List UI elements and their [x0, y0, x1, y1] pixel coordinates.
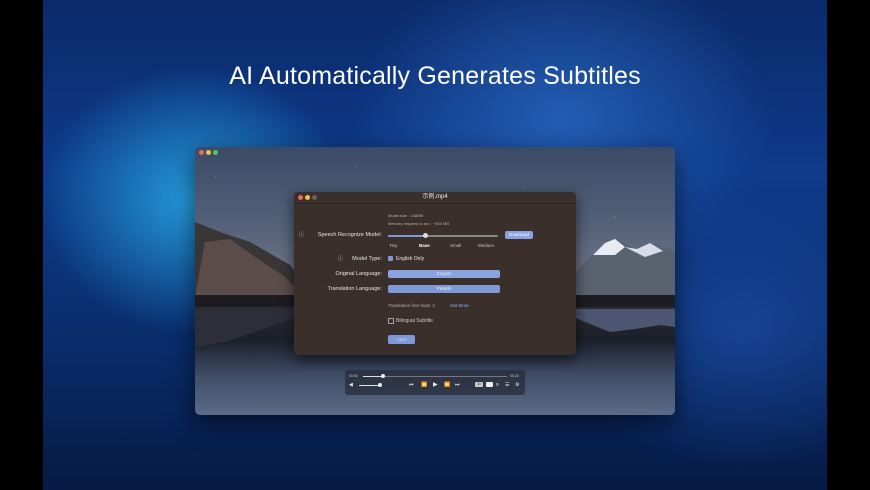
translation-language-label: Translation Language: — [327, 286, 382, 292]
english-only-checkbox[interactable] — [388, 256, 393, 261]
playlist-icon[interactable]: ≡ — [496, 382, 499, 388]
next-icon[interactable]: ⏭ — [455, 382, 460, 388]
menu-icon[interactable]: ☰ — [505, 382, 509, 388]
time-total: 00:22 — [510, 374, 519, 378]
get-more-link[interactable]: Get More — [450, 303, 469, 308]
dialog-title: 示例.mp4 — [294, 192, 576, 204]
tick-tiny: Tiny — [389, 243, 398, 248]
original-language-label: Original Language: — [335, 271, 382, 277]
rewind-icon[interactable]: ⏪ — [421, 382, 427, 388]
player-controls: 00:00 00:22 ◀ ⏮ ⏪ ▶ ⏩ ⏭ 1x ≡ ☰ ⚙ — [345, 370, 525, 395]
dialog-zoom-button[interactable] — [312, 195, 317, 200]
model-slider-knob[interactable] — [423, 233, 428, 238]
model-type-label: Model Type: — [352, 256, 382, 262]
info-icon[interactable]: ⓘ — [299, 231, 304, 238]
speed-badge[interactable]: 1x — [475, 382, 483, 387]
translation-trials-text: Translation free trials: 2 — [388, 303, 435, 308]
window-minimize-button[interactable] — [206, 150, 211, 155]
start-button[interactable]: Start — [388, 335, 415, 344]
window-close-button[interactable] — [199, 150, 204, 155]
seek-knob[interactable] — [381, 374, 386, 378]
time-current: 00:00 — [349, 374, 358, 378]
download-button[interactable]: Download — [505, 231, 533, 239]
play-icon[interactable]: ▶ — [433, 381, 438, 388]
seek-fill — [363, 376, 384, 377]
memory-text: Memory required to run : ~500 MB — [388, 221, 450, 226]
model-size-text: Model size : 148MB — [388, 213, 424, 218]
previous-icon[interactable]: ⏮ — [409, 382, 414, 388]
dialog-minimize-button[interactable] — [305, 195, 310, 200]
dialog-close-button[interactable] — [298, 195, 303, 200]
subtitle-dialog: 示例.mp4 Model size : 148MB Memory require… — [294, 192, 576, 355]
info-icon[interactable]: ⓘ — [338, 255, 343, 262]
tick-base: Base — [419, 243, 430, 248]
model-slider-fill — [388, 235, 425, 237]
page-headline: AI Automatically Generates Subtitles — [229, 62, 641, 90]
forward-icon[interactable]: ⏩ — [444, 382, 450, 388]
subtitle-icon[interactable] — [486, 382, 493, 387]
translation-language-select[interactable]: French — [388, 285, 500, 293]
settings-icon[interactable]: ⚙ — [515, 382, 519, 388]
tick-small: Small — [450, 243, 462, 248]
volume-knob[interactable] — [378, 383, 382, 387]
bilingual-checkbox[interactable] — [388, 318, 394, 324]
tick-medium: Medium — [478, 243, 495, 248]
volume-icon[interactable]: ◀ — [349, 382, 353, 388]
window-zoom-button[interactable] — [213, 150, 218, 155]
original-language-select[interactable]: English — [388, 270, 500, 278]
english-only-label: English Only — [396, 256, 425, 262]
volume-slider[interactable] — [359, 385, 379, 386]
bilingual-label: Bilingual Subtitle — [396, 318, 433, 324]
speech-model-label: Speech Recognize Model: — [317, 232, 382, 238]
